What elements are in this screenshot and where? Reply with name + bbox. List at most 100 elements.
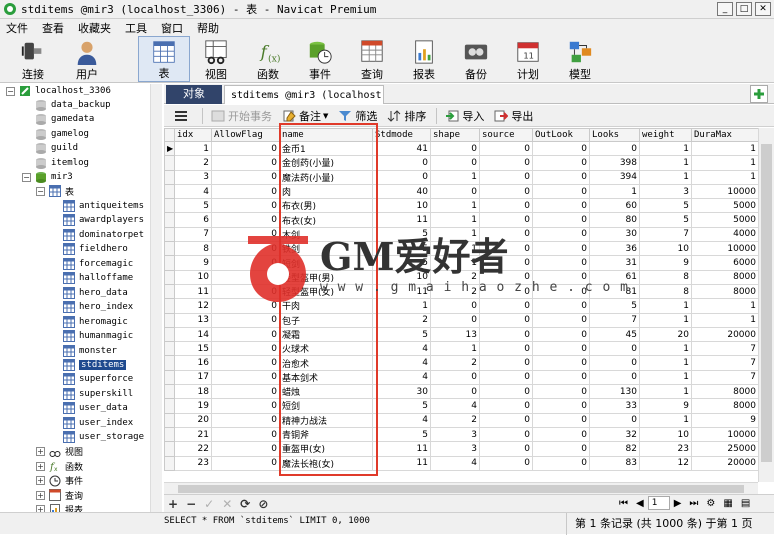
cell-weight[interactable]: 1 [639, 369, 692, 386]
table-row[interactable]: 17 0 基本剑术 4 0 0 0 0 1 7 [164, 369, 759, 386]
table-row[interactable]: 7 0 木剑 5 1 0 0 30 7 4000 [164, 226, 759, 243]
scroll-thumb[interactable] [761, 144, 772, 462]
discard-button[interactable]: ✕ [222, 497, 232, 511]
column-header-idx[interactable]: idx [174, 128, 212, 142]
scroll-thumb[interactable] [178, 485, 744, 493]
cell-allowflag[interactable]: 0 [211, 312, 280, 328]
cell-name[interactable]: 凝霜 [279, 326, 373, 343]
cell-stdmode[interactable]: 10 [372, 269, 431, 285]
cell-shape[interactable]: 1 [430, 212, 480, 228]
cell-duramax[interactable]: 8000 [691, 269, 759, 285]
tree-table-user-storage[interactable]: user_storage [63, 430, 144, 444]
cell-allowflag[interactable]: 0 [211, 426, 280, 443]
cell-weight[interactable]: 1 [639, 140, 692, 157]
row-marker[interactable] [164, 155, 175, 171]
cell-allowflag[interactable]: 0 [211, 169, 280, 185]
cell-shape[interactable]: 0 [430, 155, 480, 171]
cell-outlook[interactable]: 0 [532, 140, 590, 157]
cell-stdmode[interactable]: 10 [372, 198, 431, 214]
cell-name[interactable]: 火球术 [279, 341, 373, 357]
expand-icon[interactable]: + [36, 461, 45, 471]
cell-duramax[interactable]: 7 [691, 341, 759, 357]
close-button[interactable]: ✕ [755, 2, 771, 16]
cell-shape[interactable]: 2 [430, 269, 480, 285]
cell-duramax[interactable]: 10000 [691, 241, 759, 257]
cell-looks[interactable]: 130 [589, 384, 640, 400]
event-button[interactable]: 事件 [300, 36, 340, 82]
cell-source[interactable]: 0 [479, 212, 533, 228]
column-header-looks[interactable]: Looks [589, 128, 640, 142]
cell-outlook[interactable]: 0 [532, 398, 590, 414]
cell-outlook[interactable]: 0 [532, 212, 590, 228]
cell-duramax[interactable]: 4000 [691, 226, 759, 243]
column-header-allowflag[interactable]: AllowFlag [211, 128, 280, 142]
cell-duramax[interactable]: 1 [691, 312, 759, 328]
minimize-button[interactable]: _ [717, 2, 733, 16]
cell-name[interactable]: 轻型盔甲(男) [279, 269, 373, 285]
cell-stdmode[interactable]: 4 [372, 412, 431, 428]
refresh-button[interactable]: ⟳ [240, 497, 250, 511]
collapse-icon[interactable]: − [22, 172, 31, 182]
tree-tables-group[interactable]: − 表 [36, 184, 74, 198]
tree-table-humanmagic[interactable]: humanmagic [63, 329, 133, 343]
cell-name[interactable]: 干肉 [279, 298, 373, 314]
cell-name[interactable]: 轻型盔甲(女) [279, 283, 373, 300]
cell-looks[interactable]: 82 [589, 441, 640, 457]
gear-icon[interactable]: ⚙ [706, 498, 715, 509]
cell-stdmode[interactable]: 11 [372, 212, 431, 228]
cell-looks[interactable]: 60 [589, 198, 640, 214]
cell-allowflag[interactable]: 0 [211, 398, 280, 414]
cell-allowflag[interactable]: 0 [211, 326, 280, 343]
cell-name[interactable]: 基本剑术 [279, 369, 373, 386]
cell-weight[interactable]: 8 [639, 283, 692, 300]
cell-shape[interactable]: 0 [430, 140, 480, 157]
row-marker[interactable] [164, 255, 175, 271]
cell-outlook[interactable]: 0 [532, 269, 590, 285]
cell-idx[interactable]: 1 [174, 140, 212, 157]
tree-table-heromagic[interactable]: heromagic [63, 315, 128, 329]
table-row[interactable]: 6 0 布衣(女) 11 1 0 0 80 5 5000 [164, 212, 759, 228]
cell-name[interactable]: 布衣(女) [279, 212, 373, 228]
tree-database-guild[interactable]: guild [22, 141, 78, 155]
cell-weight[interactable]: 9 [639, 255, 692, 271]
expand-icon[interactable]: + [36, 490, 45, 500]
row-marker[interactable] [164, 312, 175, 328]
cell-name[interactable]: 魔法长袍(女) [279, 455, 373, 471]
cell-looks[interactable]: 31 [589, 255, 640, 271]
cell-idx[interactable]: 9 [174, 255, 212, 271]
menu-icon[interactable] [174, 110, 188, 122]
cell-idx[interactable]: 16 [174, 355, 212, 371]
apply-button[interactable]: ✓ [204, 497, 214, 511]
cell-shape[interactable]: 0 [430, 369, 480, 386]
cell-duramax[interactable]: 10000 [691, 183, 759, 200]
row-marker[interactable] [164, 212, 175, 228]
cell-source[interactable]: 0 [479, 155, 533, 171]
cell-source[interactable]: 0 [479, 312, 533, 328]
cell-name[interactable]: 青铜斧 [279, 426, 373, 443]
tree-database-gamedata[interactable]: gamedata [22, 112, 94, 126]
cell-shape[interactable]: 1 [430, 226, 480, 243]
tree-table-fieldhero[interactable]: fieldhero [63, 242, 128, 256]
cell-outlook[interactable]: 0 [532, 355, 590, 371]
table-button[interactable]: 表 [138, 36, 190, 82]
tree-table-forcemagic[interactable]: forcemagic [63, 257, 133, 271]
cell-outlook[interactable]: 0 [532, 155, 590, 171]
column-header-name[interactable]: name [279, 128, 373, 142]
cell-idx[interactable]: 19 [174, 398, 212, 414]
tab-stditems[interactable]: stditems @mir3 (localhost... [224, 85, 384, 104]
cell-stdmode[interactable]: 5 [372, 398, 431, 414]
row-marker[interactable] [164, 326, 175, 343]
cell-weight[interactable]: 9 [639, 398, 692, 414]
cell-source[interactable]: 0 [479, 441, 533, 457]
maximize-button[interactable]: □ [736, 2, 752, 16]
tree-scrollbar[interactable] [150, 84, 162, 514]
cell-stdmode[interactable]: 11 [372, 283, 431, 300]
row-marker[interactable] [164, 283, 175, 300]
cell-stdmode[interactable]: 0 [372, 155, 431, 171]
cell-stdmode[interactable]: 11 [372, 455, 431, 471]
cell-weight[interactable]: 12 [639, 455, 692, 471]
cell-name[interactable]: 魔法药(小量) [279, 169, 373, 185]
cell-weight[interactable]: 1 [639, 341, 692, 357]
row-marker[interactable] [164, 426, 175, 443]
expand-icon[interactable]: + [36, 447, 45, 457]
